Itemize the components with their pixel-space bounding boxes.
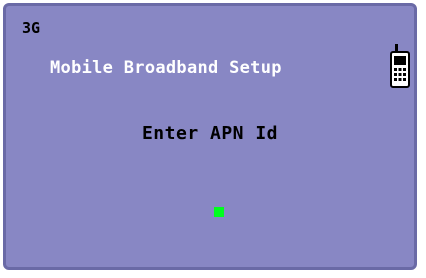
page-title: Mobile Broadband Setup [50, 58, 282, 78]
network-indicator: 3G [22, 19, 41, 37]
text-cursor [214, 207, 224, 217]
apn-input-field[interactable] [156, 202, 276, 226]
lcd-screen: 3G Mobile Broadband Setup Enter APN Id [3, 3, 417, 270]
apn-prompt-label: Enter APN Id [141, 123, 279, 144]
mobile-phone-icon [390, 44, 410, 88]
